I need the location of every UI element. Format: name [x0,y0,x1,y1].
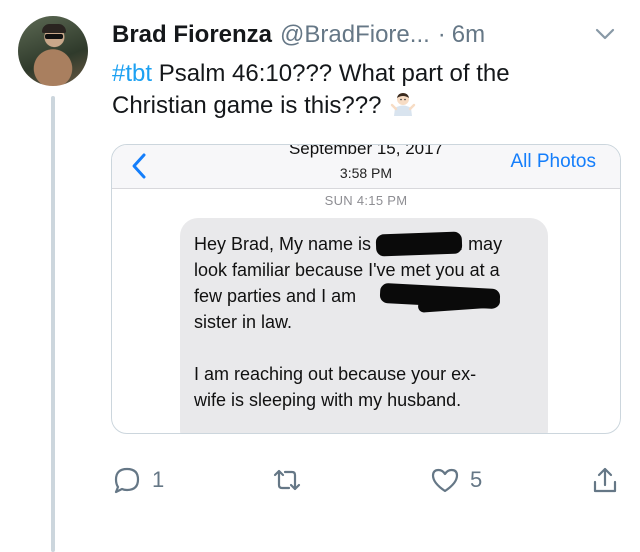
redaction-mark [375,231,463,257]
all-photos-button[interactable]: All Photos [510,151,596,173]
reply-icon [114,467,140,494]
thread-connector-line [51,96,55,552]
reply-count: 1 [152,467,165,492]
person-shrugging-emoji-icon [390,93,416,116]
tweet-timestamp[interactable]: 6m [452,21,485,49]
retweet-button[interactable] [270,460,304,500]
like-count: 5 [470,467,483,492]
separator-dot: · [437,21,446,48]
display-name[interactable]: Brad Fiorenza [112,21,272,49]
share-button[interactable] [590,460,620,500]
share-icon [593,467,617,493]
ios-nav-bar: September 15, 2017 3:58 PM All Photos [112,145,620,189]
message-line: sister in law. [194,312,293,332]
heart-icon [431,468,459,493]
message-line: I am reaching out because your ex- [194,364,477,384]
user-handle[interactable]: @BradFiore... [280,21,430,49]
hashtag-link[interactable]: #tbt [112,60,152,87]
message-timestamp: SUN 4:15 PM [324,193,408,208]
attached-screenshot-card[interactable]: September 15, 2017 3:58 PM All Photos SU… [111,144,621,434]
like-button[interactable]: 5 [430,460,482,500]
message-line: look familiar because I've met you at a [194,260,500,280]
message-bubble: Hey Brad, My name is I may look familiar… [180,218,548,433]
avatar-hair [42,24,66,33]
tweet-text-line-2: Christian game is this??? [112,92,382,119]
avatar[interactable] [18,16,88,86]
tweet-actions: 1 5 [112,460,622,500]
avatar-sunglasses [45,34,63,39]
tweet-header: Brad Fiorenza @BradFiore... · 6m [112,18,622,52]
chevron-down-icon[interactable] [594,26,616,42]
message-line: wife is sleeping with my husband. [194,390,462,410]
reply-button[interactable]: 1 [112,460,164,500]
tweet-text: #tbt Psalm 46:10??? What part of the Chr… [112,58,617,122]
retweet-icon [273,469,301,491]
message-line: Hey Brad, My name is I may [194,234,503,254]
tweet-text-line-1: Psalm 46:10??? What part of the [152,60,510,87]
